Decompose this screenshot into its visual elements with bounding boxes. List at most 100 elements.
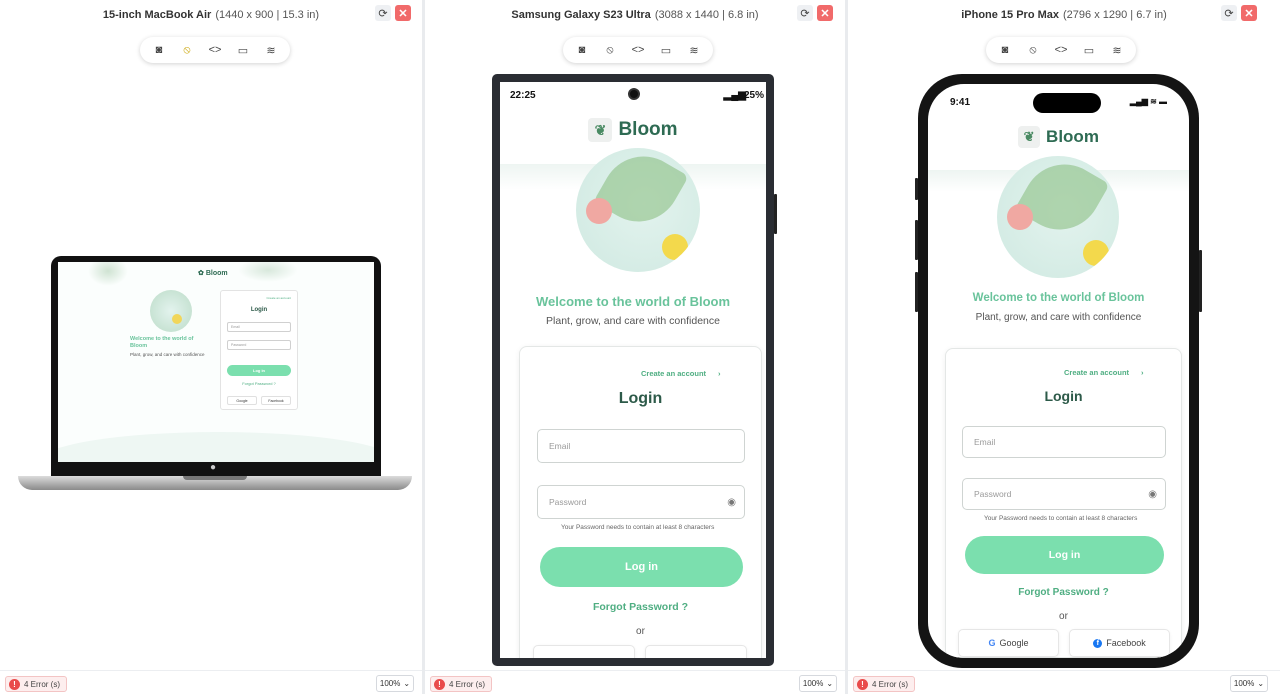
create-account-link[interactable]: Create an account › xyxy=(1064,368,1144,377)
chevron-down-icon: ⌄ xyxy=(403,679,411,688)
zoom-select[interactable]: 100% ⌄ xyxy=(376,675,414,692)
tagline: Plant, grow, and care with confidence xyxy=(546,315,720,327)
facebook-label: Facebook xyxy=(1106,638,1146,648)
code-icon[interactable]: <> xyxy=(627,39,649,61)
email-input[interactable]: Email xyxy=(962,426,1166,458)
panel-footer: ! 4 Error (s) 100% ⌄ xyxy=(425,670,845,694)
plant-illustration xyxy=(576,148,700,272)
login-button[interactable]: Log in xyxy=(227,365,291,376)
password-placeholder: Password xyxy=(549,497,587,507)
block-icon[interactable]: ⦸ xyxy=(176,39,198,61)
create-account-link[interactable]: Create an account › xyxy=(641,369,721,378)
eye-icon[interactable]: ◉ xyxy=(1148,489,1157,500)
laptop-notch xyxy=(183,476,247,480)
password-input[interactable]: Password ◉ xyxy=(962,478,1166,510)
pink-flower xyxy=(1007,204,1033,230)
eye-icon[interactable]: ◉ xyxy=(727,497,736,508)
laptop-brand: ✿ Bloom xyxy=(198,270,228,277)
block-icon[interactable]: ⦸ xyxy=(599,39,621,61)
plant-illustration xyxy=(997,156,1119,278)
wifi-icon[interactable]: ≋ xyxy=(683,39,705,61)
facebook-button[interactable] xyxy=(645,645,747,658)
camera-icon[interactable]: ◙ xyxy=(994,39,1016,61)
battery-text: 25% xyxy=(743,90,764,101)
zoom-select[interactable]: 100% ⌄ xyxy=(1230,675,1268,692)
login-button[interactable]: Log in xyxy=(540,547,743,587)
zoom-value: 100% xyxy=(802,679,824,688)
pink-flower xyxy=(586,198,612,224)
facebook-button[interactable]: f Facebook xyxy=(1069,629,1170,657)
or-divider: or xyxy=(636,626,645,637)
rotate-icon[interactable]: ⟳ xyxy=(375,5,391,21)
yellow-flower xyxy=(662,234,688,260)
leaf-icon: ❦ xyxy=(1018,126,1041,148)
zoom-value: 100% xyxy=(1233,679,1255,688)
video-icon[interactable]: ▭ xyxy=(655,39,677,61)
wifi-icon[interactable]: ≋ xyxy=(1106,39,1128,61)
google-label: Google xyxy=(999,638,1029,648)
zoom-value: 100% xyxy=(379,679,401,688)
google-button[interactable] xyxy=(533,645,635,658)
error-badge[interactable]: ! 4 Error (s) xyxy=(853,676,915,692)
google-icon: G xyxy=(988,638,996,648)
leaf-icon: ❦ xyxy=(588,118,613,142)
close-icon[interactable]: ✕ xyxy=(1241,5,1257,21)
code-icon[interactable]: <> xyxy=(1050,39,1072,61)
google-button[interactable]: Google xyxy=(227,396,257,405)
forgot-password-link[interactable]: Forgot Password ? xyxy=(520,601,761,613)
forgot-password-link[interactable]: Forgot Password ? xyxy=(221,381,297,386)
block-icon[interactable]: ⦸ xyxy=(1022,39,1044,61)
chevron-right-icon: › xyxy=(1141,368,1144,377)
video-icon[interactable]: ▭ xyxy=(1078,39,1100,61)
welcome-heading: Welcome to the world of Bloom xyxy=(535,294,731,309)
google-button[interactable]: G Google xyxy=(958,629,1059,657)
device-toolbar: ◙ ⦸ <> ▭ ≋ xyxy=(140,37,290,63)
camera-icon[interactable]: ◙ xyxy=(571,39,593,61)
dynamic-island xyxy=(1033,93,1101,113)
laptop-tagline: Plant, grow, and care with confidence xyxy=(130,352,205,357)
status-time: 9:41 xyxy=(950,97,971,108)
create-account-text: Create an account xyxy=(1064,368,1130,377)
error-badge[interactable]: ! 4 Error (s) xyxy=(5,676,67,692)
wifi-icon[interactable]: ≋ xyxy=(260,39,282,61)
device-toolbar: ◙ ⦸ <> ▭ ≋ xyxy=(563,37,713,63)
video-icon[interactable]: ▭ xyxy=(232,39,254,61)
iphone-screen: 9:41 ▂▄▆ ≋ ▬ ❦ Bloom Welcome to the worl… xyxy=(928,84,1189,658)
create-account-link[interactable]: Create an account xyxy=(266,296,291,300)
rotate-icon[interactable]: ⟳ xyxy=(797,5,813,21)
zoom-select[interactable]: 100% ⌄ xyxy=(799,675,837,692)
rotate-icon[interactable]: ⟳ xyxy=(1221,5,1237,21)
chevron-right-icon: › xyxy=(718,369,721,378)
facebook-icon: f xyxy=(1093,638,1103,648)
chevron-down-icon: ⌄ xyxy=(826,679,834,688)
facebook-button[interactable]: Facebook xyxy=(261,396,291,405)
leaf-shape xyxy=(593,148,689,237)
bottom-wave xyxy=(58,432,374,462)
laptop-screen: ✿ Bloom Welcome to the world of Bloom Pl… xyxy=(58,262,374,462)
side-button xyxy=(774,194,777,234)
close-icon[interactable]: ✕ xyxy=(395,5,411,21)
password-field[interactable]: Password xyxy=(227,340,291,350)
panel-footer: ! 4 Error (s) 100% ⌄ xyxy=(0,670,422,694)
device-header: iPhone 15 Pro Max (2796 x 1290 | 6.7 in) xyxy=(848,6,1280,24)
code-icon[interactable]: <> xyxy=(204,39,226,61)
password-input[interactable]: Password ◉ xyxy=(537,485,745,519)
email-input[interactable]: Email xyxy=(537,429,745,463)
error-count: 4 Error (s) xyxy=(24,679,60,689)
forgot-password-link[interactable]: Forgot Password ? xyxy=(946,587,1181,598)
login-card: Create an account › Login Email Password … xyxy=(945,348,1182,658)
leaf-decoration xyxy=(238,262,298,282)
device-header: 15-inch MacBook Air (1440 x 900 | 15.3 i… xyxy=(0,6,422,24)
email-field[interactable]: Email xyxy=(227,322,291,332)
camera-icon[interactable]: ◙ xyxy=(148,39,170,61)
device-spec: (1440 x 900 | 15.3 in) xyxy=(215,9,320,21)
error-badge[interactable]: ! 4 Error (s) xyxy=(430,676,492,692)
samsung-frame: 22:25 ▂▄▆ 25% ❦ Bloom Welcome to the wor… xyxy=(492,74,777,666)
error-icon: ! xyxy=(857,678,868,690)
login-title: Login xyxy=(250,307,268,313)
login-button[interactable]: Log in xyxy=(965,536,1164,574)
close-icon[interactable]: ✕ xyxy=(817,5,833,21)
samsung-screen: 22:25 ▂▄▆ 25% ❦ Bloom Welcome to the wor… xyxy=(500,82,766,658)
laptop-base xyxy=(18,476,412,490)
leaf-decoration xyxy=(88,262,128,286)
